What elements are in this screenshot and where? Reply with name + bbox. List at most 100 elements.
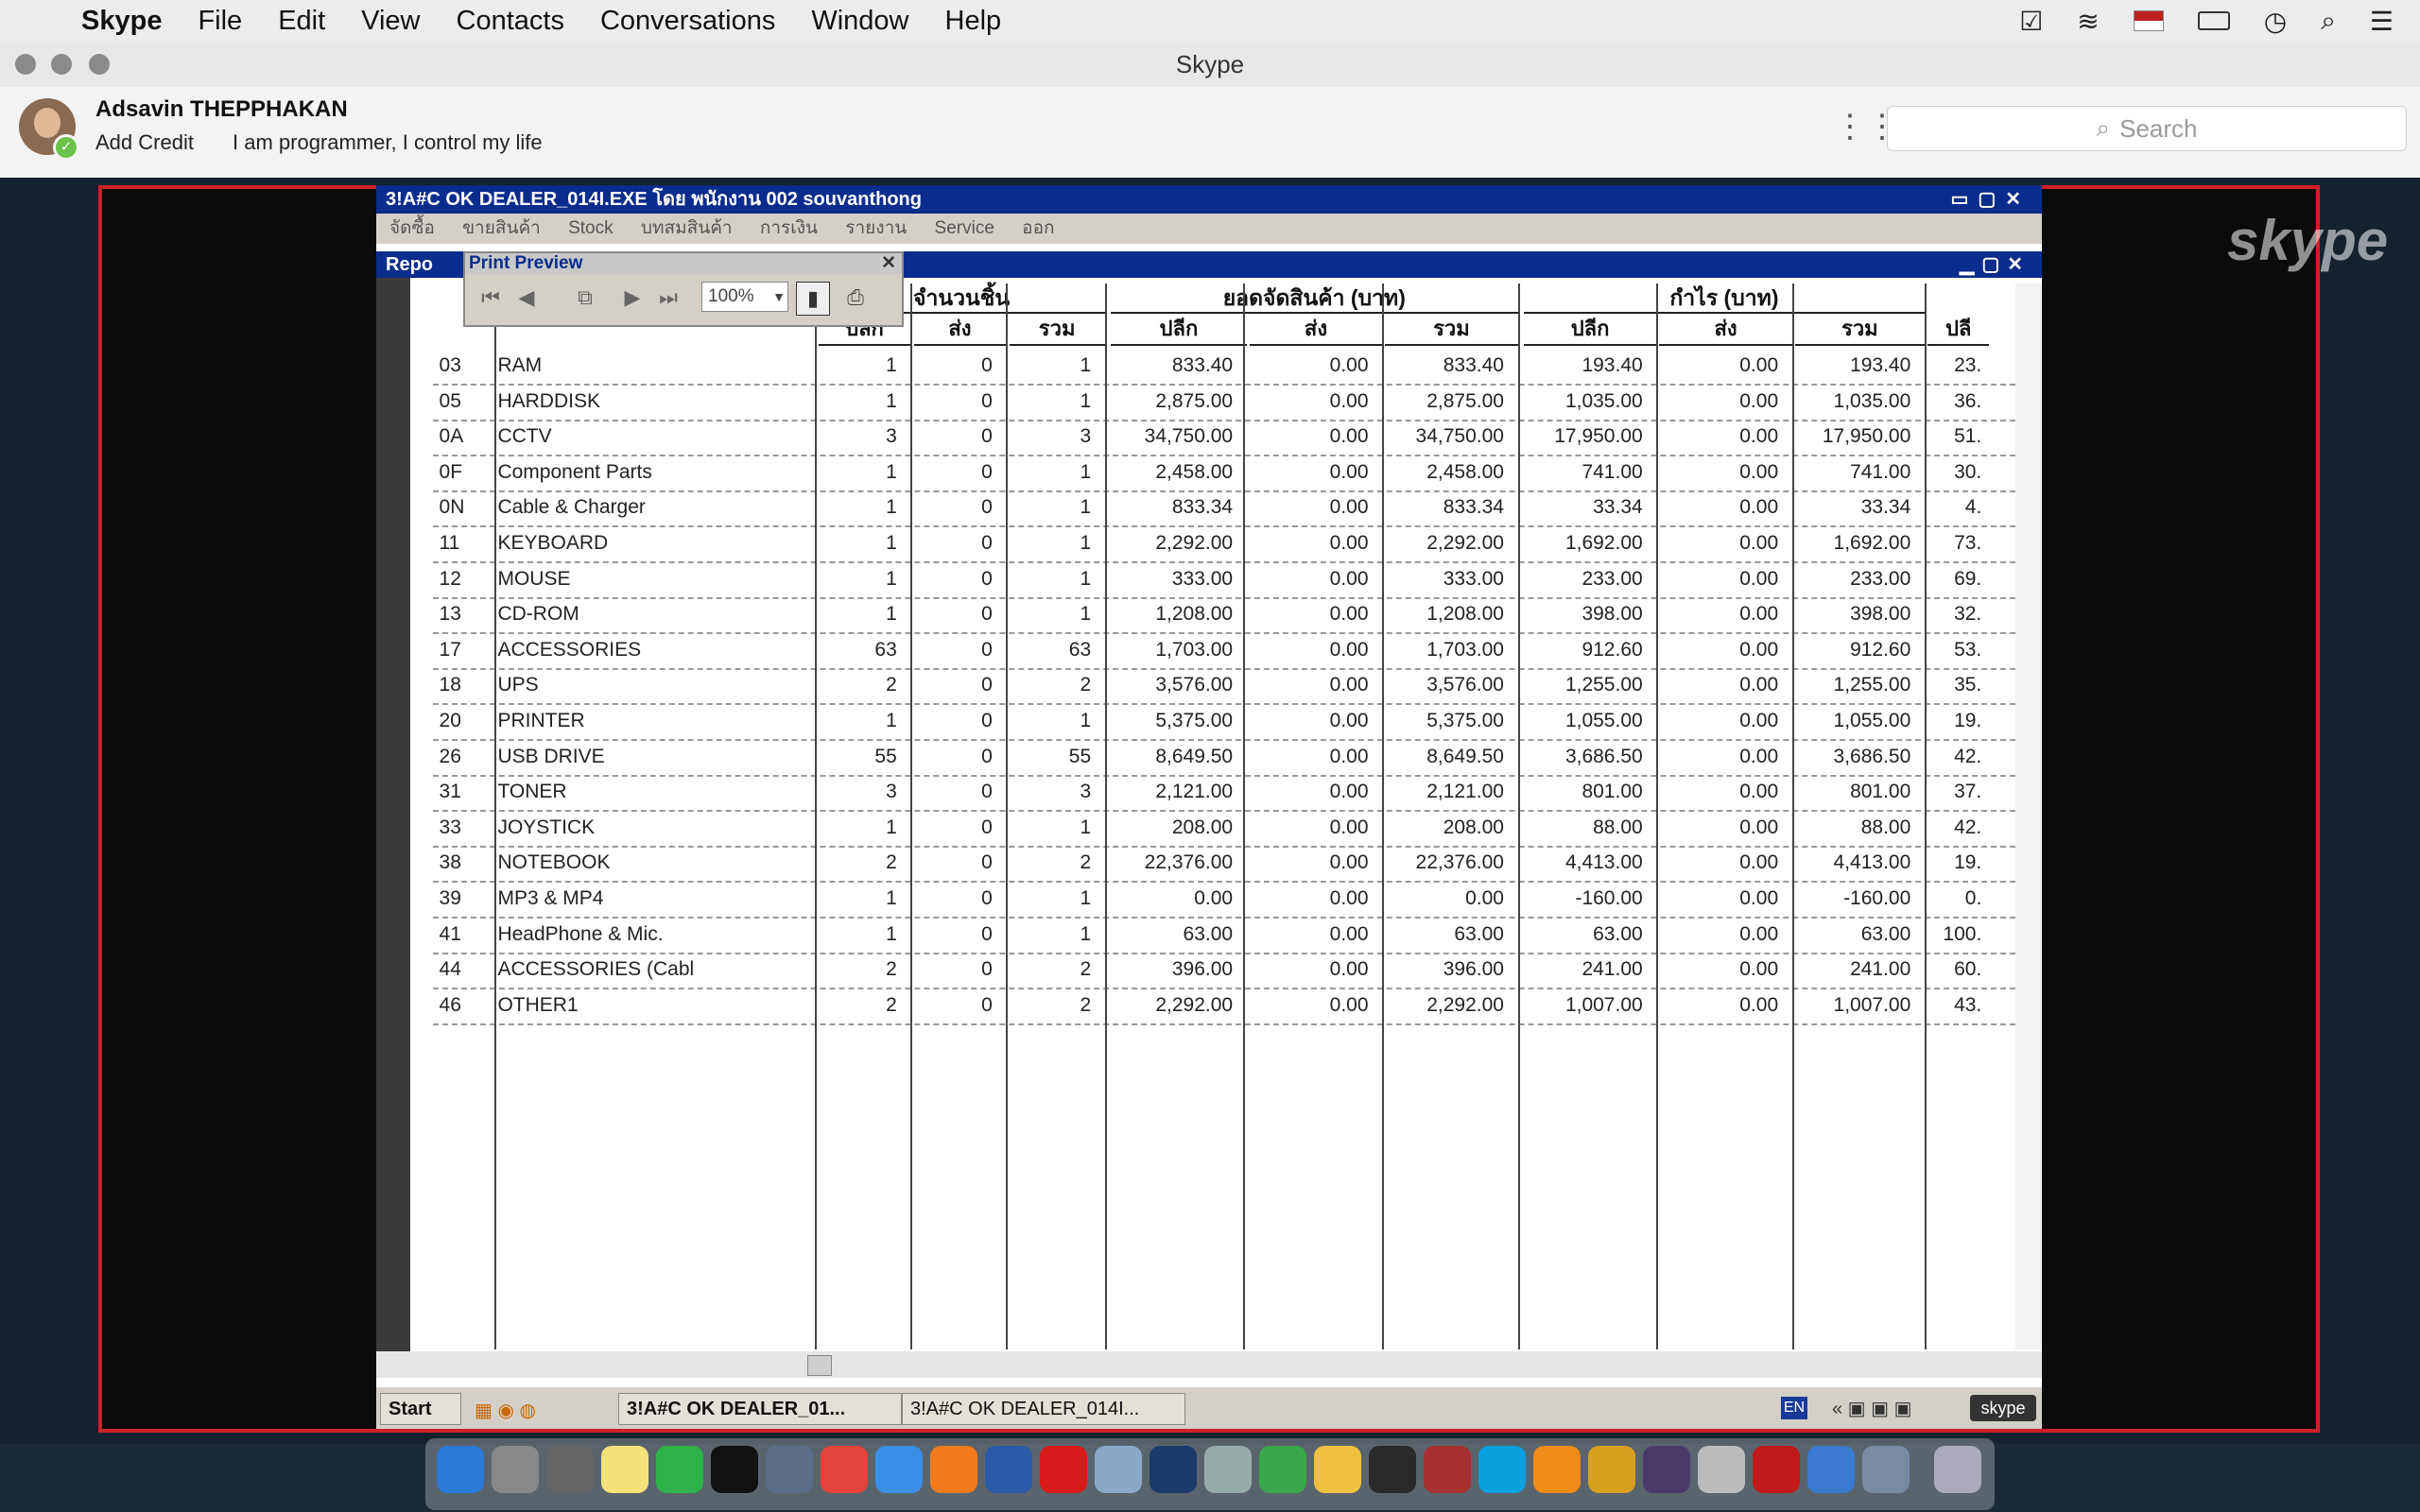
skype-tray-badge[interactable]: skype — [1970, 1395, 2036, 1421]
table-row: 31 TONER 3 0 3 2,121.00 0.00 2,121.00 801.00 0.00… — [433, 774, 2025, 813]
checkmark-status-icon[interactable]: ☑ — [2019, 6, 2043, 37]
row-code: 38 — [439, 851, 461, 874]
row-qty-wholesale: 0 — [981, 389, 993, 412]
profile-name[interactable]: Adsavin THEPPHAKAN — [95, 96, 348, 123]
export-page-icon[interactable]: ▮ — [796, 282, 830, 316]
row-qty-retail: 3 — [886, 425, 897, 448]
scrollbar-thumb[interactable] — [807, 1355, 832, 1376]
app-menu-purchase[interactable]: จัดซื้อ — [389, 218, 435, 238]
start-button[interactable]: Start — [380, 1393, 461, 1425]
virtualbox-icon[interactable] — [1095, 1446, 1142, 1493]
horizontal-scrollbar[interactable] — [376, 1351, 2042, 1378]
taskbar-item[interactable]: 3!A#C OK DEALER_014I... — [902, 1393, 1185, 1425]
menu-view[interactable]: View — [361, 6, 420, 37]
vertical-scrollbar[interactable] — [2015, 284, 2042, 1349]
search-input[interactable]: ⌕ Search — [1887, 106, 2407, 151]
print-icon[interactable]: ⎙ — [839, 282, 872, 314]
row-qty-wholesale: 0 — [981, 922, 993, 945]
preview-icon[interactable] — [1862, 1446, 1910, 1493]
database-icon[interactable] — [1204, 1446, 1252, 1493]
app-menu-service[interactable]: Service — [935, 218, 994, 238]
battery-icon[interactable] — [2197, 11, 2230, 30]
windows-taskbar: Start ▦ ◉ ◍ 3!A#C OK DEALER_01... 3!A#C … — [376, 1387, 2042, 1429]
dictionary-icon[interactable] — [1424, 1446, 1471, 1493]
row-sales-retail: 8,649.50 — [1155, 745, 1234, 767]
flag-icon[interactable] — [2133, 10, 2164, 31]
stickies-icon[interactable] — [1314, 1446, 1361, 1493]
chrome-icon[interactable] — [821, 1446, 868, 1493]
menu-window[interactable]: Window — [811, 6, 908, 37]
table-row: 41 HeadPhone & Mic. 1 0 1 63.00 0.00 63.00 63.00… — [433, 917, 2025, 954]
menu-contacts[interactable]: Contacts — [457, 6, 564, 37]
wifi-tool-icon[interactable] — [1698, 1446, 1745, 1493]
row-profit-retail: 1,255.00 — [1564, 674, 1643, 696]
app-menu-exit[interactable]: ออก — [1022, 218, 1054, 238]
tray-icons[interactable]: « ▣ ▣ ▣ — [1832, 1397, 1911, 1420]
language-indicator[interactable]: EN — [1781, 1397, 1807, 1419]
zoom-select[interactable]: 100% ▼ — [701, 282, 788, 312]
menu-app-name[interactable]: Skype — [81, 6, 162, 37]
atom-icon[interactable] — [656, 1446, 703, 1493]
clock-icon[interactable]: ◷ — [2264, 6, 2287, 37]
menu-conversations[interactable]: Conversations — [600, 6, 775, 37]
safari-icon[interactable] — [875, 1446, 923, 1493]
spotlight-search-icon[interactable]: ⌕ — [2321, 6, 2336, 37]
menu-help[interactable]: Help — [945, 6, 1002, 37]
notification-list-icon[interactable]: ☰ — [2370, 6, 2394, 37]
system-preferences-icon[interactable] — [546, 1446, 594, 1493]
table-row: 05 HARDDISK 1 0 1 2,875.00 0.00 2,875.00 1,035.0… — [433, 384, 2025, 421]
wifi-icon[interactable]: ≋ — [2077, 6, 2099, 37]
notes-icon[interactable] — [601, 1446, 648, 1493]
vlc-icon[interactable] — [1533, 1446, 1581, 1493]
row-qty-wholesale: 0 — [981, 851, 993, 874]
launchpad-icon[interactable] — [492, 1446, 539, 1493]
filezilla-icon[interactable] — [1753, 1446, 1800, 1493]
print-preview-close-icon[interactable]: ✕ — [881, 253, 896, 274]
add-credit-link[interactable]: Add Credit — [95, 130, 194, 155]
menu-file[interactable]: File — [198, 6, 242, 37]
android-studio-icon[interactable] — [1259, 1446, 1306, 1493]
app-menu-stock[interactable]: Stock — [568, 218, 614, 238]
github-icon[interactable] — [1643, 1446, 1690, 1493]
app-menu-finance[interactable]: การเงิน — [760, 218, 818, 238]
row-sales-retail: 2,458.00 — [1155, 460, 1234, 483]
print-preview-window: Print Preview ✕ ⏮ ◀ ⧉ ▶ ⏭ 100% ▼ ▮ ⎙ — [463, 251, 904, 327]
row-sales-wholesale: 0.00 — [1329, 745, 1369, 767]
online-status-icon: ✓ — [53, 134, 79, 161]
opera-icon[interactable] — [1040, 1446, 1087, 1493]
app-store-icon[interactable] — [985, 1446, 1032, 1493]
row-qty-wholesale: 0 — [981, 532, 993, 554]
last-page-icon[interactable]: ⏭ — [652, 282, 684, 314]
xcode-icon[interactable] — [1807, 1446, 1855, 1493]
copy-pages-icon[interactable]: ⧉ — [569, 282, 601, 314]
taskbar-item-active[interactable]: 3!A#C OK DEALER_01... — [618, 1393, 902, 1425]
elephant-app-icon[interactable] — [766, 1446, 813, 1493]
finder-icon[interactable] — [437, 1446, 484, 1493]
row-qty-retail: 63 — [874, 638, 897, 661]
first-page-icon[interactable]: ⏮ — [475, 282, 507, 314]
app-menu-sales[interactable]: ขายสินค้า — [462, 218, 541, 238]
report-left-gutter — [376, 278, 410, 1351]
next-page-icon[interactable]: ▶ — [616, 282, 648, 314]
app-menu-report[interactable]: รายงาน — [845, 218, 907, 238]
network-tool-icon[interactable] — [1150, 1446, 1197, 1493]
app-menu-inventory[interactable]: บทสมสินค้า — [641, 218, 733, 238]
app-window-controls[interactable]: ▭▢✕ — [1950, 185, 2031, 214]
skype-dock-icon[interactable] — [1478, 1446, 1526, 1493]
mood-message[interactable]: I am programmer, I control my life — [233, 130, 543, 155]
prev-page-icon[interactable]: ◀ — [510, 282, 543, 314]
row-qty-wholesale: 0 — [981, 816, 993, 838]
terminal-icon[interactable] — [711, 1446, 758, 1493]
chevron-down-icon[interactable]: ▼ — [772, 283, 786, 311]
quicklaunch-icons[interactable]: ▦ ◉ ◍ — [475, 1399, 536, 1422]
report-window-controls[interactable]: ▁▢✕ — [1960, 251, 2031, 278]
row-sales-wholesale: 0.00 — [1329, 496, 1369, 519]
row-qty-retail: 1 — [886, 887, 897, 909]
row-qty-total: 63 — [1068, 638, 1092, 661]
menu-edit[interactable]: Edit — [278, 6, 325, 37]
firefox-icon[interactable] — [930, 1446, 977, 1493]
trash-icon[interactable] — [1934, 1446, 1981, 1493]
tool-app-icon[interactable] — [1588, 1446, 1635, 1493]
row-percent: 35. — [1954, 674, 1982, 696]
activity-monitor-icon[interactable] — [1369, 1446, 1416, 1493]
